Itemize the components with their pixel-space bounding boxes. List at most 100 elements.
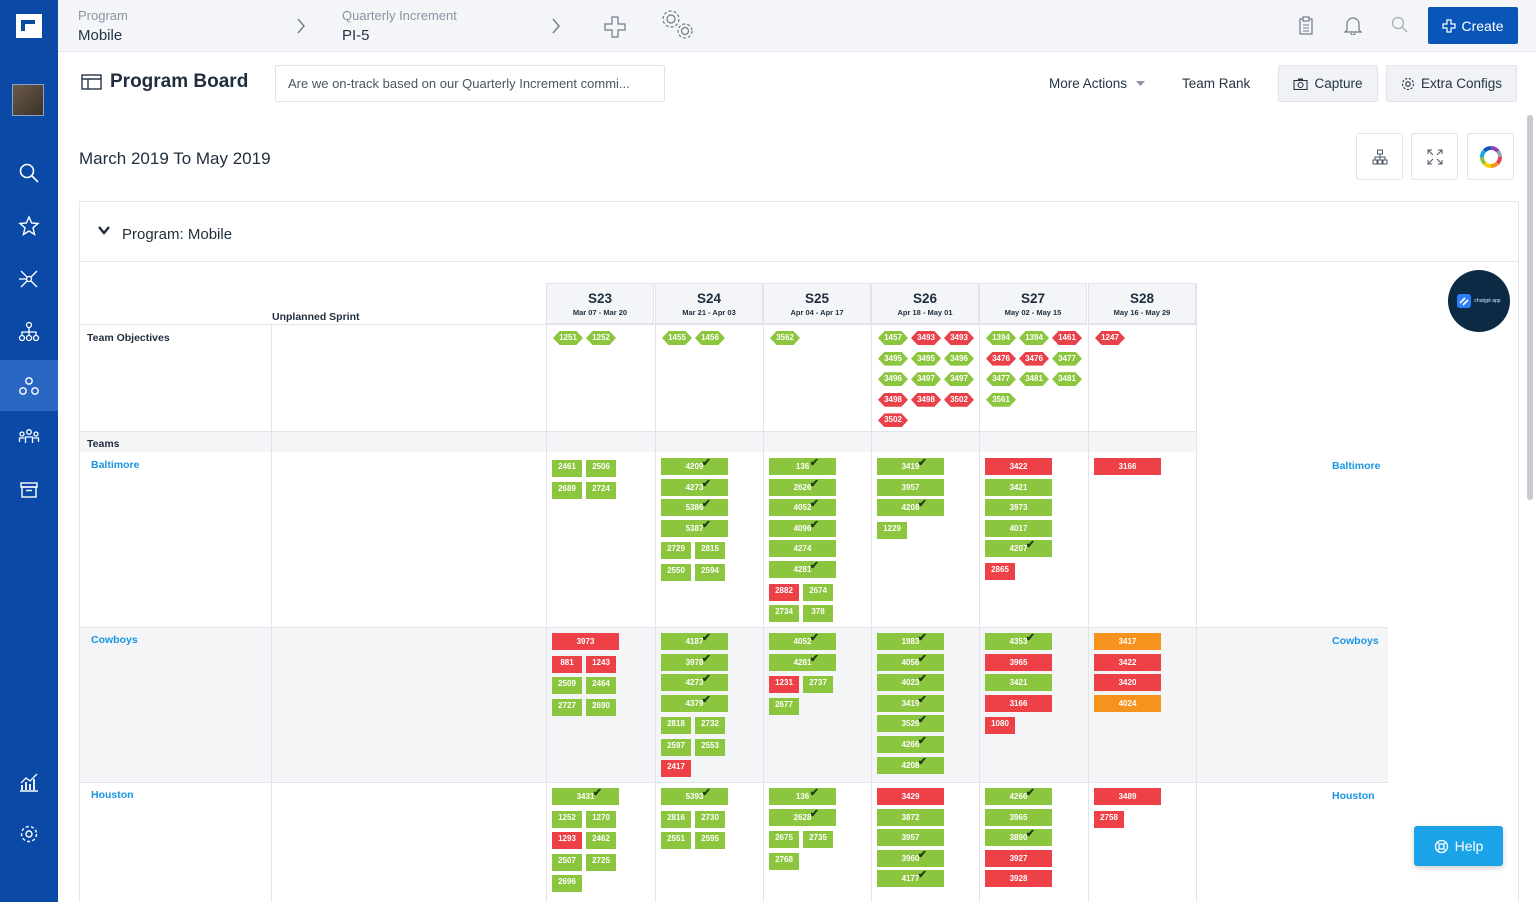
feature-card[interactable]: 4052 ✔ <box>769 498 836 517</box>
story-card[interactable]: 2816 <box>661 810 691 828</box>
team-name-link[interactable]: Houston <box>91 789 134 801</box>
objective-badge[interactable]: 3502 <box>878 413 908 428</box>
story-card[interactable]: 2865 <box>985 563 1015 580</box>
story-card[interactable]: 1229 <box>877 521 907 539</box>
feature-card[interactable]: 5393 ✔ <box>661 787 728 805</box>
story-card[interactable]: 2677 <box>769 697 799 715</box>
feature-card[interactable]: 5387 ✔ <box>661 519 728 537</box>
story-card[interactable]: 1252 <box>552 810 582 828</box>
feature-card[interactable]: 4024 <box>1094 694 1161 712</box>
program-selector[interactable]: Program Mobile <box>78 8 128 44</box>
search-icon[interactable] <box>1391 16 1409 34</box>
sprint-header[interactable]: S27 May 02 - May 15 <box>979 283 1087 324</box>
team-name-link[interactable]: Cowboys <box>1332 635 1379 647</box>
program-header[interactable]: Program: Mobile <box>80 202 1518 262</box>
objective-badge[interactable]: 1247 <box>1095 331 1125 345</box>
feature-card[interactable]: 3419 ✔ <box>877 457 944 475</box>
team-name-link[interactable]: Baltimore <box>1332 460 1380 472</box>
feature-card[interactable]: 4273 ✔ <box>661 478 728 496</box>
objective-badge[interactable]: 3476 <box>1019 351 1049 366</box>
feature-card[interactable]: 3419 ✔ <box>877 694 944 712</box>
objective-badge[interactable]: 3481 <box>1019 372 1049 387</box>
feature-card[interactable]: 4177 ✔ <box>877 869 944 888</box>
story-card[interactable]: 2674 <box>803 583 833 601</box>
feature-card[interactable]: 3960 ✔ <box>877 849 944 867</box>
sprint-header[interactable]: S25 Apr 04 - Apr 17 <box>763 283 871 324</box>
feature-card[interactable]: 3422 <box>1094 653 1161 671</box>
feature-card[interactable]: 136 ✔ <box>769 457 836 475</box>
story-card[interactable]: 2729 <box>661 542 691 560</box>
story-card[interactable]: 2818 <box>661 717 691 735</box>
archive-icon[interactable] <box>0 465 58 515</box>
story-card[interactable]: 2462 <box>586 832 616 850</box>
settings-icon[interactable] <box>0 809 58 859</box>
teams-icon[interactable] <box>0 412 58 462</box>
user-avatar[interactable] <box>12 84 44 116</box>
reports-icon[interactable] <box>0 757 58 807</box>
feature-card[interactable]: 3489 <box>1094 788 1161 805</box>
feature-card[interactable]: 3928 <box>985 870 1052 888</box>
team-name-link[interactable]: Cowboys <box>91 634 138 646</box>
feature-card[interactable]: 3927 <box>985 849 1052 867</box>
feature-card[interactable]: 3166 <box>985 694 1052 712</box>
feature-card[interactable]: 4056 ✔ <box>877 653 944 671</box>
objective-badge[interactable]: 1251 <box>553 331 583 345</box>
hierarchy-icon[interactable] <box>0 307 58 357</box>
story-card[interactable]: 2464 <box>586 677 616 695</box>
feature-card[interactable]: 3420 <box>1094 674 1161 692</box>
objective-badge[interactable]: 3561 <box>986 392 1016 407</box>
feature-card[interactable]: 4266 ✔ <box>877 735 944 753</box>
increment-selector[interactable]: Quarterly Increment PI-5 <box>342 8 457 44</box>
objective-badge[interactable]: 3496 <box>944 351 974 366</box>
chevron-down-icon[interactable] <box>98 226 110 235</box>
feature-card[interactable]: 4208 ✔ <box>877 498 944 517</box>
feature-card[interactable]: 5386 ✔ <box>661 498 728 517</box>
color-legend-button[interactable] <box>1467 133 1514 180</box>
story-card[interactable]: 2882 <box>769 583 799 601</box>
feature-card[interactable]: 3526 ✔ <box>877 714 944 733</box>
feature-card[interactable]: 4052 ✔ <box>769 632 836 650</box>
story-card[interactable]: 2675 <box>769 831 799 849</box>
story-card[interactable]: 1080 <box>985 717 1015 735</box>
sprint-header[interactable]: S28 May 16 - May 29 <box>1088 283 1196 324</box>
objective-badge[interactable]: 3476 <box>986 351 1016 366</box>
capture-button[interactable]: Capture <box>1278 65 1378 102</box>
feature-card[interactable]: 3421 <box>985 674 1052 692</box>
clipboard-icon[interactable] <box>1299 16 1313 35</box>
sprint-header[interactable]: S26 Apr 18 - May 01 <box>871 283 979 324</box>
objective-badge[interactable]: 3498 <box>911 392 941 407</box>
program-board-icon[interactable] <box>0 360 58 411</box>
story-card[interactable]: 2768 <box>769 852 799 870</box>
objective-badge[interactable]: 3562 <box>770 331 800 345</box>
story-card[interactable]: 1243 <box>586 655 616 673</box>
story-card[interactable]: 378 <box>803 605 833 623</box>
feature-card[interactable]: 3872 <box>877 808 944 826</box>
story-card[interactable]: 2690 <box>586 698 616 716</box>
create-button[interactable]: Create <box>1428 7 1518 44</box>
objective-badge[interactable]: 1461 <box>1052 331 1082 345</box>
story-card[interactable]: 2594 <box>695 563 725 581</box>
story-card[interactable]: 2696 <box>552 875 582 893</box>
feature-card[interactable]: 4207 ✔ <box>985 539 1052 558</box>
objective-badge[interactable]: 3496 <box>878 372 908 387</box>
story-card[interactable]: 2417 <box>661 760 691 778</box>
question-dropdown[interactable]: Are we on-track based on our Quarterly I… <box>275 65 665 102</box>
objective-badge[interactable]: 3477 <box>986 372 1016 387</box>
help-button[interactable]: Help <box>1414 826 1503 866</box>
objective-badge[interactable]: 3477 <box>1052 351 1082 366</box>
scrollbar-thumb[interactable] <box>1527 115 1533 500</box>
objective-badge[interactable]: 1456 <box>695 331 725 345</box>
story-card[interactable]: 2732 <box>695 717 725 735</box>
objective-badge[interactable]: 3495 <box>878 351 908 366</box>
story-card[interactable]: 2737 <box>803 676 833 694</box>
feature-card[interactable]: 3973 <box>985 499 1052 517</box>
feature-card[interactable]: 4273 ✔ <box>661 673 728 692</box>
objective-badge[interactable]: 3497 <box>944 372 974 387</box>
feature-card[interactable]: 4187 ✔ <box>661 632 728 650</box>
feature-card[interactable]: 3957 <box>877 478 944 496</box>
feature-card[interactable]: 3417 <box>1094 633 1161 650</box>
feature-card[interactable]: 3166 <box>1094 458 1161 475</box>
feature-card[interactable]: 3421 <box>985 478 1052 496</box>
feature-card[interactable]: 3422 <box>985 458 1052 475</box>
story-card[interactable]: 2550 <box>661 563 691 581</box>
